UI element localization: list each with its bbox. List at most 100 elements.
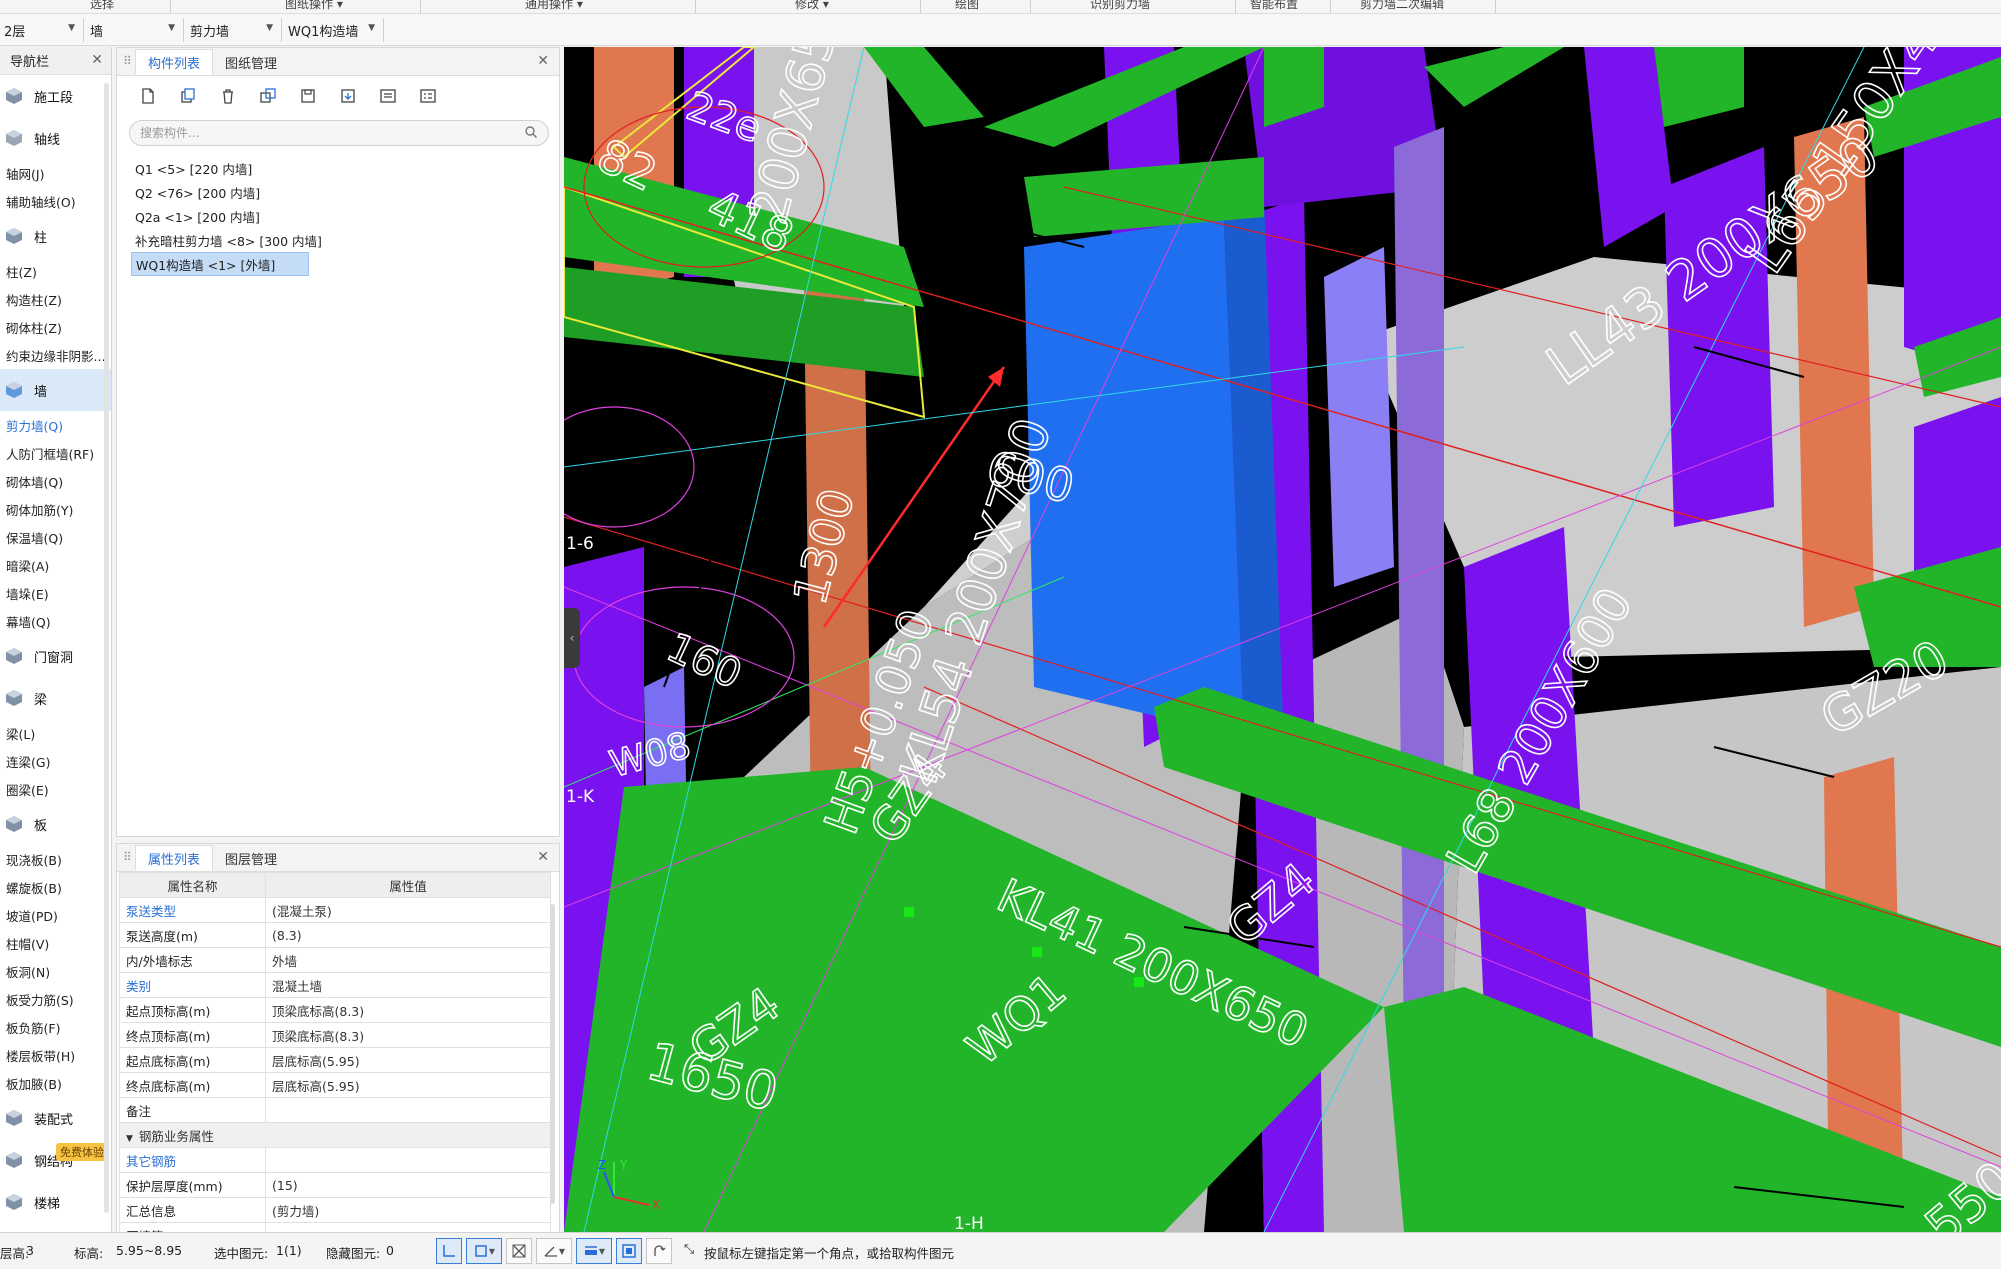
nav-item[interactable]: 梁(L)	[0, 719, 111, 747]
ribbon-group-identify-wall[interactable]: 识别剪力墙	[1090, 0, 1150, 12]
property-row[interactable]: 终点底标高(m) 层底标高(5.95)	[119, 1072, 551, 1098]
nav-item[interactable]: 圈梁(E)	[0, 775, 111, 803]
component-list-item[interactable]: WQ1构造墙 <1> [外墙]	[131, 252, 309, 276]
tab-property-list[interactable]: 属性列表	[135, 845, 214, 871]
nav-item[interactable]: 楼层板带(H)	[0, 1041, 111, 1069]
component-list-item[interactable]: Q2a <1> [200 内墙]	[131, 204, 559, 228]
nav-item[interactable]: 墙垛(E)	[0, 579, 111, 607]
tab-layer-management[interactable]: 图层管理	[213, 845, 289, 871]
nav-category-9[interactable]: 楼梯	[0, 1181, 111, 1223]
element-subtype-selector[interactable]: 剪力墙 ▼	[186, 18, 282, 42]
nav-item[interactable]: 板受力筋(S)	[0, 985, 111, 1013]
property-row[interactable]: 其它钢筋	[119, 1147, 551, 1173]
delete-component-button[interactable]	[215, 83, 241, 109]
nav-item[interactable]: 柱帽(V)	[0, 929, 111, 957]
3d-model-canvas[interactable]: 200X650 L65 150X400 LL43 200X650 600 KL5…	[564, 47, 2001, 1232]
property-value[interactable]: 混凝土墙	[265, 972, 551, 998]
ribbon-group-wall-edit[interactable]: 剪力墙二次编辑	[1360, 0, 1444, 12]
snap-point[interactable]	[1032, 947, 1042, 957]
ribbon-group-general-ops[interactable]: 通用操作 ▾	[525, 0, 583, 12]
nav-item[interactable]: 剪力墙(Q)	[0, 411, 111, 439]
nav-item[interactable]: 板加腋(B)	[0, 1069, 111, 1097]
rotate-view-button[interactable]	[646, 1238, 672, 1264]
nav-item[interactable]: 楼梯(R)	[0, 1223, 111, 1233]
track-mode-button[interactable]: ▼	[576, 1238, 612, 1264]
component-search-input[interactable]	[130, 121, 510, 145]
nav-item[interactable]: 约束边缘非阴影...	[0, 341, 111, 369]
property-value[interactable]: 层底标高(5.95)	[265, 1072, 551, 1098]
dynamic-input-button[interactable]	[616, 1238, 642, 1264]
nav-item[interactable]: 构造柱(Z)	[0, 285, 111, 313]
nav-item[interactable]: 轴网(J)	[0, 159, 111, 187]
component-list-item[interactable]: Q2 <76> [200 内墙]	[131, 180, 559, 204]
nav-item[interactable]: 现浇板(B)	[0, 845, 111, 873]
nav-item[interactable]: 保温墙(Q)	[0, 523, 111, 551]
property-value[interactable]: (混凝土泵)	[265, 897, 551, 923]
property-group-header[interactable]: ▼ 钢筋业务属性	[119, 1122, 551, 1148]
nav-category-7[interactable]: 装配式	[0, 1097, 111, 1139]
snap-point[interactable]	[904, 907, 914, 917]
nav-item[interactable]: 幕墙(Q)	[0, 607, 111, 635]
nav-category-2[interactable]: 柱	[0, 215, 111, 257]
duplicate-floor-button[interactable]	[255, 83, 281, 109]
new-component-button[interactable]	[135, 83, 161, 109]
nav-category-6[interactable]: 板	[0, 803, 111, 845]
filter-component-button[interactable]	[415, 83, 441, 109]
property-value[interactable]: 顶梁底标高(8.3)	[265, 1022, 551, 1048]
component-selector[interactable]: WQ1构造墙 ▼	[284, 18, 384, 42]
element-type-selector[interactable]: 墙 ▼	[86, 18, 184, 42]
property-row[interactable]: 起点顶标高(m) 顶梁底标高(8.3)	[119, 997, 551, 1023]
close-icon[interactable]: ✕	[537, 53, 549, 69]
close-icon[interactable]: ✕	[537, 849, 549, 865]
property-row[interactable]: 内/外墙标志 外墙	[119, 947, 551, 973]
property-value[interactable]: (15)	[265, 1172, 551, 1198]
nav-item[interactable]: 暗梁(A)	[0, 551, 111, 579]
property-row[interactable]: 终点顶标高(m) 顶梁底标高(8.3)	[119, 1022, 551, 1048]
property-value[interactable]: 顶梁底标高(8.3)	[265, 997, 551, 1023]
component-list-item[interactable]: 补充暗柱剪力墙 <8> [300 内墙]	[131, 228, 559, 252]
panel-collapse-handle[interactable]: ‹	[564, 608, 580, 668]
property-row[interactable]: 类别 混凝土墙	[119, 972, 551, 998]
close-icon[interactable]: ✕	[91, 52, 103, 68]
nav-category-5[interactable]: 梁	[0, 677, 111, 719]
nav-item[interactable]: 坡道(PD)	[0, 901, 111, 929]
drag-handle-icon[interactable]: ⠿	[123, 54, 132, 68]
property-value[interactable]	[265, 1097, 551, 1123]
nav-item[interactable]: 板负筋(F)	[0, 1013, 111, 1041]
property-value[interactable]: 层底标高(5.95)	[265, 1047, 551, 1073]
nav-item[interactable]: 板洞(N)	[0, 957, 111, 985]
property-row[interactable]: 保护层厚度(mm) (15)	[119, 1172, 551, 1198]
nav-item[interactable]: 砌体墙(Q)	[0, 467, 111, 495]
search-icon[interactable]	[524, 125, 538, 139]
floor-selector[interactable]: 2层 ▼	[0, 18, 84, 42]
3d-viewport[interactable]: 200X650 L65 150X400 LL43 200X650 600 KL5…	[564, 47, 2001, 1232]
nav-item[interactable]: 砌体加筋(Y)	[0, 495, 111, 523]
nav-item[interactable]: 螺旋板(B)	[0, 873, 111, 901]
copy-component-button[interactable]	[175, 83, 201, 109]
object-snap-button[interactable]: ▼	[466, 1238, 502, 1264]
property-row[interactable]: 汇总信息 (剪力墙)	[119, 1197, 551, 1223]
property-row[interactable]: 起点底标高(m) 层底标高(5.95)	[119, 1047, 551, 1073]
property-row[interactable]: 泵送高度(m) (8.3)	[119, 922, 551, 948]
import-component-button[interactable]	[335, 83, 361, 109]
nav-item[interactable]: 人防门框墙(RF)	[0, 439, 111, 467]
property-row[interactable]: 泵送类型 (混凝土泵)	[119, 897, 551, 923]
nav-category-1[interactable]: 轴线	[0, 117, 111, 159]
nav-item[interactable]: 柱(Z)	[0, 257, 111, 285]
ribbon-group-modify[interactable]: 修改 ▾	[795, 0, 829, 12]
save-component-button[interactable]	[295, 83, 321, 109]
nav-category-0[interactable]: 施工段	[0, 75, 111, 117]
ribbon-group-drawing-ops[interactable]: 图纸操作 ▾	[285, 0, 343, 12]
ribbon-group-smart-layout[interactable]: 智能布置	[1250, 0, 1298, 12]
nav-category-8[interactable]: 钢结构 免费体验	[0, 1139, 111, 1181]
nav-item[interactable]: 砌体柱(Z)	[0, 313, 111, 341]
component-list-item[interactable]: Q1 <5> [220 内墙]	[131, 156, 559, 180]
ribbon-group-draw[interactable]: 绘图	[955, 0, 979, 12]
property-value[interactable]	[265, 1147, 551, 1173]
nav-category-4[interactable]: 门窗洞	[0, 635, 111, 677]
property-value[interactable]: (剪力墙)	[265, 1197, 551, 1223]
property-value[interactable]: 外墙	[265, 947, 551, 973]
property-row[interactable]: 备注	[119, 1097, 551, 1123]
property-row[interactable]: ▼ 钢筋业务属性	[119, 1122, 551, 1148]
drag-handle-icon[interactable]: ⠿	[123, 850, 132, 864]
